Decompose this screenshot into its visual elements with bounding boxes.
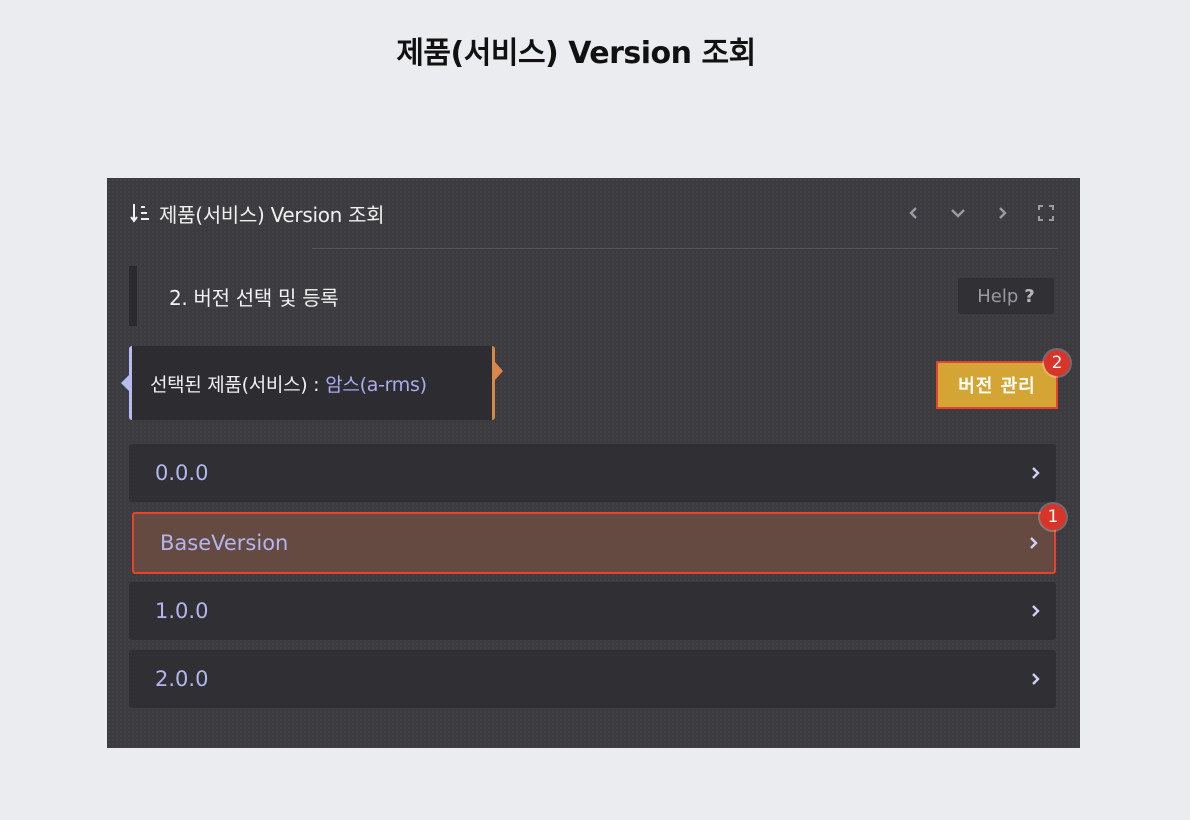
- sort-descending-icon[interactable]: [129, 201, 153, 225]
- panel-title: 제품(서비스) Version 조회: [159, 202, 385, 227]
- panel-header: 제품(서비스) Version 조회: [129, 198, 1058, 228]
- chevron-right-icon[interactable]: [990, 201, 1014, 225]
- header-divider: [312, 248, 1058, 249]
- chevron-right-icon: [1032, 673, 1040, 685]
- version-row[interactable]: 0.0.0: [129, 444, 1056, 502]
- selected-product-value: 암스(a-rms): [325, 373, 427, 396]
- help-button[interactable]: Help ?: [958, 278, 1054, 314]
- help-label: Help: [977, 285, 1019, 307]
- chevron-down-icon[interactable]: [946, 201, 970, 225]
- chevron-right-icon: [1030, 537, 1038, 549]
- manage-version-button[interactable]: 버전 관리: [936, 361, 1058, 409]
- selected-product-label: 선택된 제품(서비스) :: [150, 373, 320, 396]
- section-title: 2. 버전 선택 및 등록: [169, 286, 339, 310]
- version-row-selected[interactable]: BaseVersion: [132, 512, 1056, 574]
- page-title: 제품(서비스) Version 조회: [396, 36, 756, 71]
- chevron-right-icon: [1032, 467, 1040, 479]
- right-notch-icon: [495, 362, 503, 380]
- chevron-right-icon: [1032, 605, 1040, 617]
- version-row[interactable]: 1.0.0: [129, 582, 1056, 640]
- step-badge-2: 2: [1044, 350, 1070, 376]
- chevron-left-icon[interactable]: [902, 201, 926, 225]
- help-question-icon: ?: [1024, 285, 1035, 307]
- version-label: 2.0.0: [155, 667, 209, 691]
- version-label: 1.0.0: [155, 599, 209, 623]
- selected-product-box: 선택된 제품(서비스) : 암스(a-rms): [121, 346, 503, 420]
- section-accent-bar: [129, 266, 137, 326]
- panel-controls: [902, 201, 1058, 225]
- version-row[interactable]: 2.0.0: [129, 650, 1056, 708]
- left-notch-icon: [121, 375, 129, 391]
- version-label: 0.0.0: [155, 461, 209, 485]
- version-label: BaseVersion: [160, 531, 289, 555]
- version-panel: 제품(서비스) Version 조회 2. 버전 선택 및 등록 Help ? …: [107, 178, 1080, 748]
- fullscreen-icon[interactable]: [1034, 201, 1058, 225]
- step-badge-1: 1: [1040, 504, 1066, 530]
